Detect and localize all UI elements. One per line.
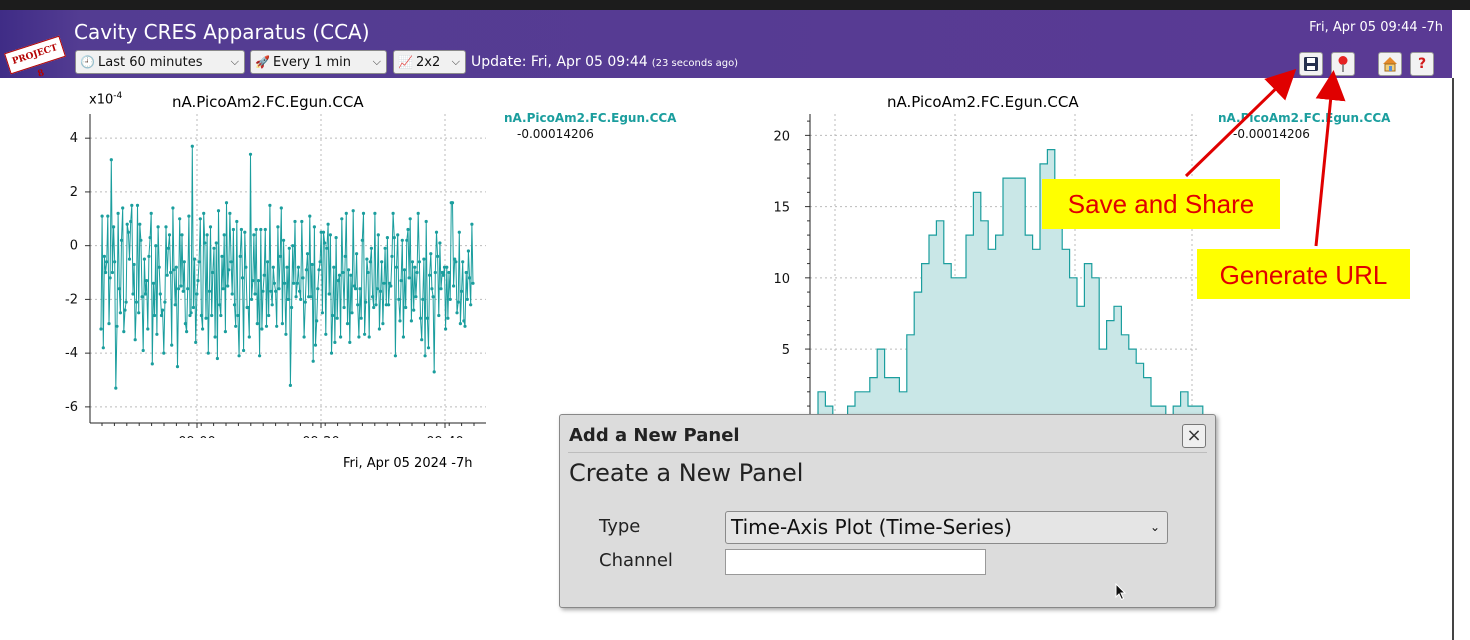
dialog-divider — [568, 452, 1207, 453]
dialog-heading: Create a New Panel — [569, 459, 804, 487]
panel-type-value: Time-Axis Plot (Time-Series) — [731, 515, 1012, 539]
mouse-cursor-icon — [1115, 583, 1127, 601]
chevron-down-icon: ⌄ — [1149, 520, 1160, 534]
url-arrow — [1314, 70, 1346, 247]
channel-label: Channel — [599, 550, 673, 571]
type-label: Type — [599, 516, 641, 537]
generate-url-callout: Generate URL — [1197, 249, 1410, 299]
add-panel-dialog: Add a New Panel × Create a New Panel Typ… — [559, 414, 1216, 608]
save-share-callout: Save and Share — [1042, 179, 1280, 229]
panel-type-select[interactable]: Time-Axis Plot (Time-Series) ⌄ — [725, 511, 1168, 544]
channel-input[interactable] — [725, 549, 986, 575]
dialog-title: Add a New Panel — [569, 425, 740, 446]
close-icon: × — [1186, 425, 1202, 446]
save-arrow — [1184, 68, 1297, 178]
dialog-close-button[interactable]: × — [1182, 424, 1206, 448]
